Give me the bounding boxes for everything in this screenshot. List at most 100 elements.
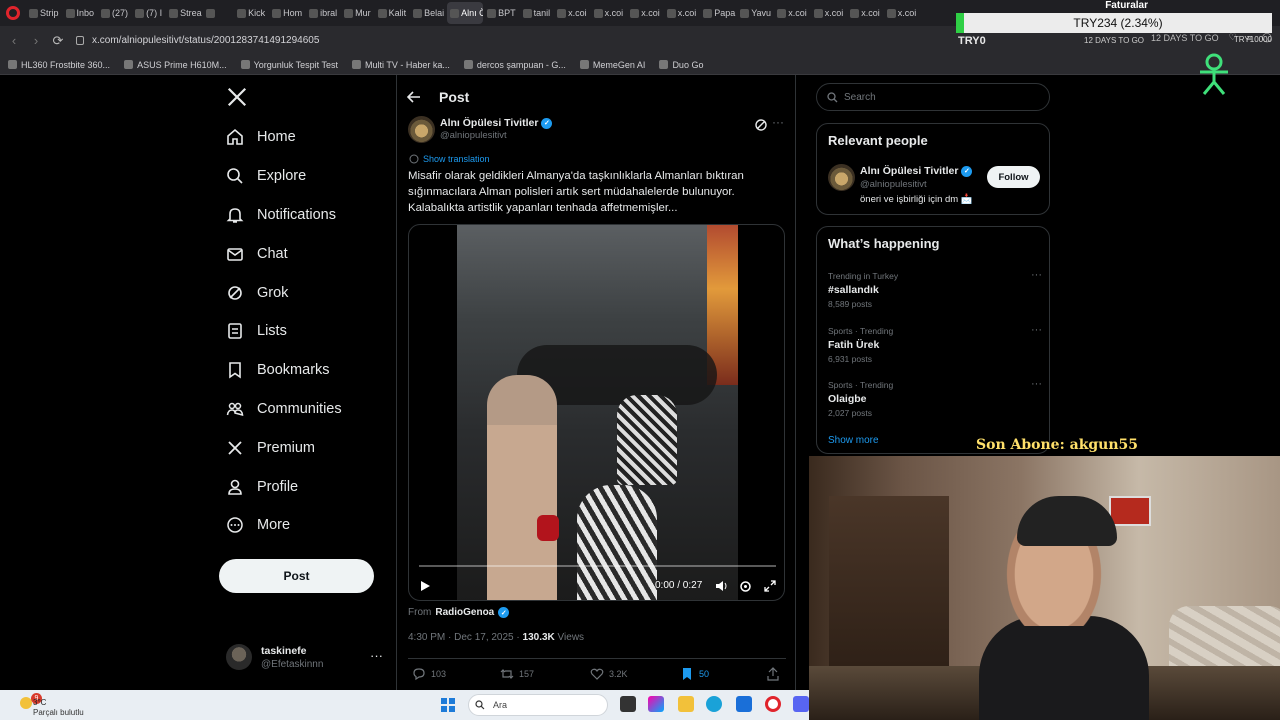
browser-tab[interactable]: [203, 2, 233, 24]
search-box[interactable]: [816, 83, 1050, 111]
sidebar-item-lists[interactable]: Lists: [226, 312, 342, 351]
play-icon[interactable]: [419, 580, 431, 592]
share-button[interactable]: [766, 667, 780, 681]
account-switcher[interactable]: taskinefe @Efetaskinnn ···: [226, 642, 386, 674]
browser-tab[interactable]: x.coi: [847, 2, 883, 24]
video-player[interactable]: 0:00 / 0:27: [408, 224, 785, 601]
show-more-link[interactable]: Show more: [828, 435, 879, 446]
follow-button[interactable]: Follow: [987, 166, 1040, 188]
bookmark-button[interactable]: 50: [680, 667, 709, 681]
browser-tab[interactable]: x.coi: [664, 2, 700, 24]
windows-start-icon[interactable]: [441, 698, 455, 712]
bookmark-item[interactable]: MemeGen AI: [579, 60, 645, 70]
back-nav-icon[interactable]: ‹: [6, 33, 22, 49]
post-timestamp[interactable]: 4:30 PM · Dec 17, 2025: [408, 632, 514, 643]
sidebar-item-bookmarks[interactable]: Bookmarks: [226, 351, 342, 390]
store-icon[interactable]: [736, 696, 752, 712]
browser-tab[interactable]: Belai: [410, 2, 446, 24]
browser-tab[interactable]: Kick: [234, 2, 268, 24]
more-dots-icon[interactable]: ···: [1031, 378, 1042, 390]
browser-tab[interactable]: Strip: [26, 2, 62, 24]
more-dots-icon[interactable]: ···: [772, 115, 784, 129]
more-dots-icon[interactable]: ···: [1031, 324, 1042, 336]
discord-icon[interactable]: [793, 696, 809, 712]
volume-icon[interactable]: [715, 580, 728, 592]
browser-tab[interactable]: ibral: [306, 2, 340, 24]
browser-tab[interactable]: x.coi: [811, 2, 847, 24]
browser-tab[interactable]: x.coi: [884, 2, 920, 24]
bookmark-item[interactable]: HL360 Frostbite 360...: [8, 60, 110, 70]
browser-tab[interactable]: x.coi: [627, 2, 663, 24]
repost-button[interactable]: 157: [500, 667, 534, 681]
sidebar-item-label: Notifications: [257, 206, 336, 223]
trend-item[interactable]: Sports · Trending Olaigbe 2,027 posts ···: [828, 378, 1042, 424]
browser-tab[interactable]: Alnı Öpü: [447, 2, 484, 24]
relevant-person-name-row[interactable]: Alnı Öpülesi Tivitler ✓: [860, 165, 973, 177]
sidebar-item-home[interactable]: Home: [226, 118, 342, 157]
trend-count: 6,931 posts: [828, 353, 872, 364]
opera-taskbar-icon[interactable]: [765, 696, 781, 712]
opera-logo-icon[interactable]: [6, 6, 20, 20]
edge-icon[interactable]: [706, 696, 722, 712]
browser-tab[interactable]: tanil: [520, 2, 554, 24]
sidebar-item-label: Profile: [257, 478, 299, 495]
sidebar-item-notifications[interactable]: Notifications: [226, 196, 342, 235]
trend-item[interactable]: Trending in Turkey #sallandık 8,589 posts ·…: [828, 269, 1042, 315]
file-explorer-icon[interactable]: [678, 696, 694, 712]
author-avatar[interactable]: [408, 116, 435, 143]
tab-favicon-icon: [666, 8, 676, 18]
browser-tab[interactable]: (7) I: [132, 2, 165, 24]
browser-tab[interactable]: Strea: [166, 2, 202, 24]
browser-tab[interactable]: Papa: [700, 2, 736, 24]
sidebar-item-chat[interactable]: Chat: [226, 234, 342, 273]
bookmark-item[interactable]: ASUS Prime H610M...: [124, 60, 227, 70]
bookmark-item[interactable]: Yorgunluk Tespit Test: [240, 60, 338, 70]
browser-tab[interactable]: x.coi: [591, 2, 627, 24]
show-translation-link[interactable]: Show translation: [409, 154, 490, 164]
browser-tab[interactable]: Yavu: [737, 2, 773, 24]
task-view-icon[interactable]: [620, 696, 636, 712]
sidebar-item-profile[interactable]: Profile: [226, 467, 342, 506]
from-source[interactable]: RadioGenoa: [435, 607, 494, 618]
sidebar-item-communities[interactable]: Communities: [226, 390, 342, 429]
sidebar-item-premium[interactable]: Premium: [226, 428, 342, 467]
reload-icon[interactable]: ⟳: [50, 33, 66, 49]
browser-tab[interactable]: Inbo: [63, 2, 98, 24]
copilot-icon[interactable]: [648, 696, 664, 712]
x-logo-icon[interactable]: [226, 86, 248, 108]
trend-item[interactable]: Sports · Trending Fatih Ürek 6,931 posts ··…: [828, 324, 1042, 370]
video-scene-person: [617, 395, 677, 485]
browser-tab[interactable]: (27): [98, 2, 131, 24]
sidebar-item-explore[interactable]: Explore: [226, 157, 342, 196]
sidebar-item-grok[interactable]: Grok: [226, 273, 342, 312]
search-input[interactable]: [844, 91, 1034, 103]
more-dots-icon[interactable]: ···: [1031, 269, 1042, 281]
browser-tab[interactable]: x.coi: [554, 2, 590, 24]
video-progress-bar[interactable]: [419, 565, 776, 567]
bookmark-item[interactable]: Multi TV - Haber ka...: [352, 60, 450, 70]
fullscreen-icon[interactable]: [764, 580, 776, 592]
browser-tab[interactable]: Mur: [341, 2, 374, 24]
browser-tab[interactable]: Kalit: [375, 2, 410, 24]
like-button[interactable]: 3.2K: [590, 667, 628, 681]
bookmark-item[interactable]: dercos şampuan - G...: [463, 60, 566, 70]
bookmark-item[interactable]: Duo Go: [659, 60, 703, 70]
post-button[interactable]: Post: [219, 559, 374, 593]
sidebar-item-label: Premium: [257, 439, 316, 456]
relevant-person-avatar[interactable]: [828, 164, 855, 191]
taskbar-search[interactable]: Ara: [468, 694, 608, 716]
browser-tab[interactable]: Hom: [269, 2, 305, 24]
browser-tab[interactable]: BPT: [484, 2, 519, 24]
author-name-row[interactable]: Alnı Öpülesi Tivitler ✓: [440, 117, 553, 129]
more-dots-icon[interactable]: ···: [370, 648, 383, 663]
reply-button[interactable]: 103: [412, 667, 446, 681]
weather-widget[interactable]: 9 3°C Parçalı bulutlu: [12, 693, 102, 719]
forward-nav-icon[interactable]: ›: [28, 33, 44, 49]
grok-icon[interactable]: [754, 118, 768, 132]
browser-tab[interactable]: x.coi: [774, 2, 810, 24]
sidebar-item-more[interactable]: More: [226, 506, 342, 545]
url-text[interactable]: x.com/alniopulesitivt/status/20012837414…: [92, 35, 319, 46]
back-arrow-icon[interactable]: [407, 90, 421, 104]
settings-gear-icon[interactable]: [739, 580, 752, 593]
author-handle[interactable]: @alniopulesitivt: [440, 130, 507, 141]
